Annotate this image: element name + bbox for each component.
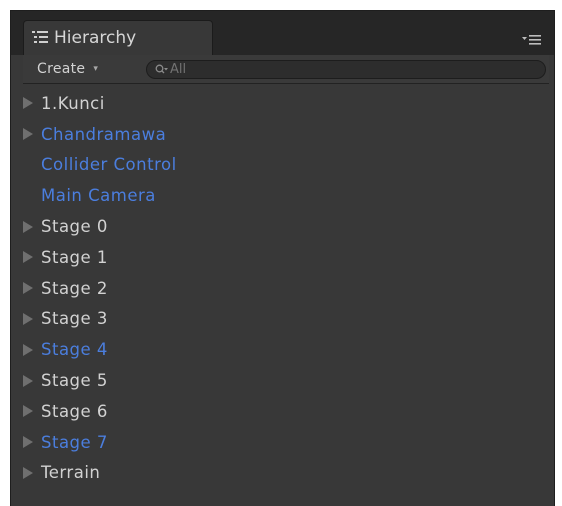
- panel-menu-icon[interactable]: [522, 32, 542, 46]
- expand-arrow-icon[interactable]: [23, 436, 41, 449]
- hierarchy-item[interactable]: Terrain: [23, 458, 543, 489]
- tab-bar: Hierarchy: [11, 11, 554, 55]
- hierarchy-item[interactable]: Stage 4: [23, 334, 543, 365]
- hierarchy-item-label: Stage 3: [41, 309, 108, 329]
- hierarchy-item-label: Stage 2: [41, 278, 108, 298]
- expand-arrow-icon[interactable]: [23, 405, 41, 418]
- tab-title: Hierarchy: [54, 28, 137, 48]
- hierarchy-item[interactable]: Stage 0: [23, 211, 543, 242]
- hierarchy-window: Hierarchy Create ▾ All 1.Kunci Chandrama…: [10, 10, 555, 506]
- search-field[interactable]: [146, 60, 546, 79]
- hierarchy-item[interactable]: Chandramawa: [23, 119, 543, 150]
- search-input[interactable]: [170, 62, 510, 77]
- expand-arrow-icon[interactable]: [23, 220, 41, 233]
- hierarchy-item-label: Stage 7: [41, 432, 108, 452]
- expand-arrow-icon[interactable]: [23, 466, 41, 479]
- expand-arrow-icon[interactable]: [23, 282, 41, 295]
- expand-arrow-icon[interactable]: [23, 312, 41, 325]
- hierarchy-item[interactable]: Stage 1: [23, 242, 543, 273]
- hierarchy-item-label: Stage 4: [41, 340, 108, 360]
- hierarchy-item-label: Stage 0: [41, 217, 108, 237]
- hierarchy-item[interactable]: Main Camera: [23, 180, 543, 211]
- expand-arrow-icon[interactable]: [23, 374, 41, 387]
- hierarchy-list-icon: [32, 29, 48, 43]
- tab-hierarchy[interactable]: Hierarchy: [23, 20, 213, 55]
- hierarchy-toolbar: Create ▾: [23, 55, 549, 84]
- hierarchy-item[interactable]: 1.Kunci: [23, 88, 543, 119]
- hierarchy-item-label: Stage 6: [41, 401, 108, 421]
- create-button[interactable]: Create ▾: [23, 57, 98, 81]
- chevron-down-icon: ▾: [93, 64, 99, 74]
- hierarchy-item-label: Main Camera: [41, 186, 156, 206]
- hierarchy-item-label: Chandramawa: [41, 124, 167, 144]
- hierarchy-item[interactable]: Stage 7: [23, 427, 543, 458]
- hierarchy-item-label: Stage 1: [41, 247, 108, 267]
- hierarchy-item-label: Stage 5: [41, 371, 108, 391]
- hierarchy-item[interactable]: Stage 3: [23, 304, 543, 335]
- hierarchy-item-label: 1.Kunci: [41, 93, 105, 113]
- hierarchy-item-label: Collider Control: [41, 155, 177, 175]
- expand-arrow-icon[interactable]: [23, 343, 41, 356]
- create-label: Create: [37, 61, 86, 77]
- hierarchy-item[interactable]: Collider Control: [23, 150, 543, 181]
- expand-arrow-icon[interactable]: [23, 97, 41, 110]
- search-icon: [155, 64, 169, 76]
- hierarchy-item-label: Terrain: [41, 463, 101, 483]
- hierarchy-item[interactable]: Stage 2: [23, 273, 543, 304]
- hierarchy-tree: 1.Kunci Chandramawa Collider Control Main C…: [23, 88, 543, 488]
- hierarchy-item[interactable]: Stage 5: [23, 365, 543, 396]
- expand-arrow-icon[interactable]: [23, 251, 41, 264]
- expand-arrow-icon[interactable]: [23, 128, 41, 141]
- hierarchy-item[interactable]: Stage 6: [23, 396, 543, 427]
